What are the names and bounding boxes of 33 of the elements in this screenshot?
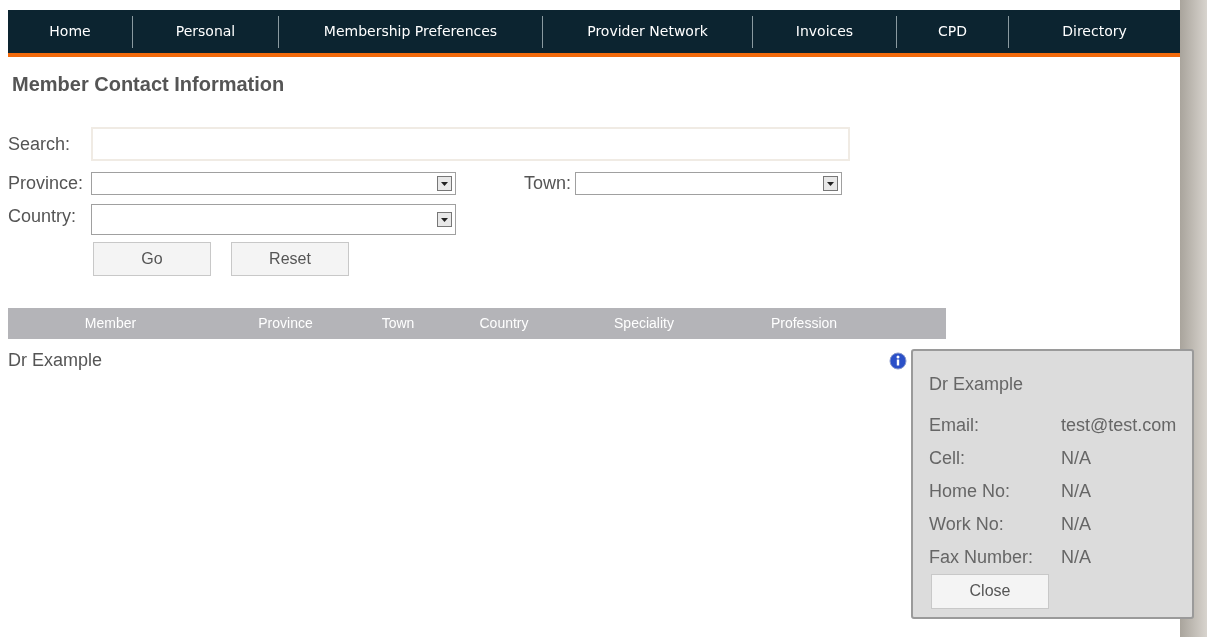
form-button[interactable]: Reset [231, 242, 349, 276]
column-header: Speciality [614, 314, 674, 333]
field-label: Home No: [929, 480, 1012, 503]
field-label: Cell: [929, 447, 966, 470]
field-value: N/A [1061, 480, 1091, 503]
nav-link[interactable]: Provider Network [587, 21, 708, 42]
column-header: Profession [770, 314, 838, 333]
column-header: Province [258, 314, 313, 333]
field-label: Search: [8, 132, 72, 156]
field-label: Country: [8, 205, 78, 228]
column-header: Member [84, 314, 137, 333]
field-label: Work No: [929, 513, 1005, 536]
nav-link[interactable]: Invoices [795, 21, 854, 42]
nav-link[interactable]: CPD [938, 21, 967, 42]
field-value: N/A [1061, 513, 1091, 536]
field-label: Province: [8, 172, 85, 195]
form-button[interactable]: Go [93, 242, 211, 276]
field-label: Fax Number: [929, 546, 1035, 569]
column-header: Town [381, 314, 415, 333]
field-value: N/A [1061, 447, 1091, 470]
nav-link[interactable]: Directory [1062, 21, 1127, 42]
table-cell-text: Dr Example [8, 349, 103, 372]
popup-title: Dr Example [929, 373, 1025, 396]
field-value: N/A [1061, 546, 1091, 569]
nav-link[interactable]: Home [49, 21, 91, 42]
page-title: Member Contact Information [12, 72, 286, 97]
nav-link[interactable]: Personal [175, 21, 236, 42]
field-label: Town: [524, 172, 572, 195]
nav-link[interactable]: Membership Preferences [323, 21, 498, 42]
field-value: test@test.com [1061, 414, 1177, 437]
field-label: Email: [929, 414, 980, 437]
column-header: Country [479, 314, 529, 333]
close-button[interactable]: Close [931, 573, 1049, 609]
